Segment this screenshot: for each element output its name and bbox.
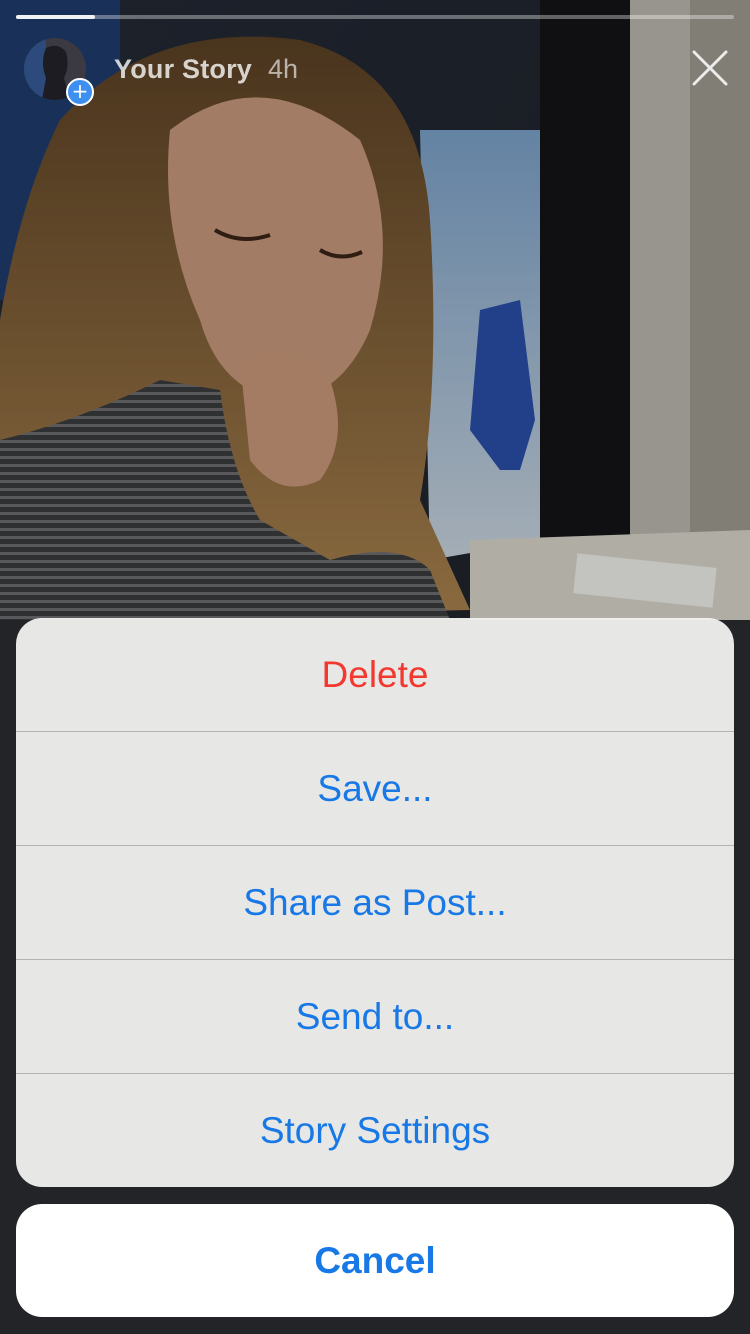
story-timestamp: 4h — [268, 53, 299, 84]
save-button[interactable]: Save... — [16, 732, 734, 846]
avatar[interactable]: + — [24, 38, 94, 106]
story-viewer: + Your Story 4h Delete Save... Share as … — [0, 0, 750, 1334]
story-progress-fill — [16, 15, 95, 19]
delete-button[interactable]: Delete — [16, 618, 734, 732]
plus-icon[interactable]: + — [66, 78, 94, 106]
cancel-button[interactable]: Cancel — [16, 1204, 734, 1317]
story-progress-bar — [16, 15, 734, 19]
share-as-post-button[interactable]: Share as Post... — [16, 846, 734, 960]
close-icon[interactable] — [692, 50, 728, 86]
story-header: + Your Story 4h — [24, 36, 299, 106]
action-sheet: Delete Save... Share as Post... Send to.… — [16, 618, 734, 1187]
story-settings-button[interactable]: Story Settings — [16, 1074, 734, 1187]
story-title[interactable]: Your Story — [114, 54, 252, 85]
send-to-button[interactable]: Send to... — [16, 960, 734, 1074]
